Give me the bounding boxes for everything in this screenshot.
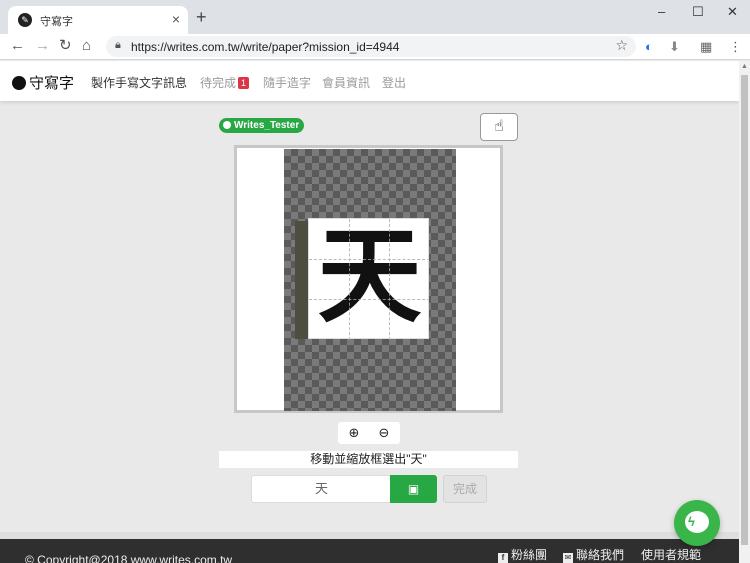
- bookmark-star-icon[interactable]: ☆: [615, 37, 628, 54]
- handwritten-glyph: 天: [317, 218, 422, 337]
- messenger-button[interactable]: ϟ: [674, 500, 720, 546]
- answer-input[interactable]: 天: [251, 475, 391, 503]
- site-header: 守寫字 製作手寫文字訊息 待完成 1 隨手造字 會員資訊 登出: [0, 61, 739, 101]
- close-tab-icon[interactable]: ×: [172, 11, 180, 27]
- instruction-text: 移動並縮放框選出"天": [219, 451, 518, 468]
- minimize-window-button[interactable]: –: [658, 4, 665, 19]
- forward-icon[interactable]: →: [35, 37, 50, 55]
- mail-icon: ✉: [563, 553, 573, 563]
- browser-toolbar: ← → ↻ ⌂ 🔒︎ https://writes.com.tw/write/p…: [0, 34, 750, 60]
- scroll-up-icon[interactable]: ▲: [741, 63, 748, 70]
- nav-pending[interactable]: 待完成 1: [200, 74, 250, 91]
- guide-line-h1: [309, 259, 428, 260]
- zoom-out-icon: ⊖: [378, 425, 390, 440]
- contact-label: 聯絡我們: [576, 548, 625, 562]
- extension-icon[interactable]: ◐: [645, 39, 653, 54]
- maximize-window-button[interactable]: ☐: [692, 4, 704, 20]
- logo-mark-icon: [12, 76, 26, 90]
- zoom-in-button[interactable]: ⊕: [343, 424, 365, 442]
- done-button[interactable]: 完成: [443, 475, 487, 503]
- crop-canvas[interactable]: 天: [234, 145, 503, 413]
- browser-tab-title: 守寫字: [40, 16, 73, 28]
- fanpage-label: 粉絲團: [511, 548, 548, 562]
- nav-member-info[interactable]: 會員資訊: [322, 74, 370, 91]
- user-status-icon: [223, 121, 231, 129]
- messenger-icon: ϟ: [688, 514, 695, 529]
- facebook-icon: f: [498, 553, 508, 563]
- reload-icon[interactable]: ↻: [59, 37, 72, 55]
- page-scrollbar[interactable]: ▲: [739, 61, 750, 563]
- hand-pointer-icon: ☝: [494, 118, 504, 135]
- back-icon[interactable]: ←: [10, 37, 25, 55]
- user-badge: Writes_Tester: [219, 118, 305, 133]
- zoom-out-button[interactable]: ⊖: [373, 424, 395, 442]
- save-button[interactable]: ▣: [390, 475, 437, 503]
- nav-pending-label: 待完成: [200, 76, 237, 90]
- site-favicon-icon: ✎: [18, 13, 32, 27]
- footer-link-terms[interactable]: 使用者規範: [641, 546, 701, 563]
- zoom-controls: ⊕ ⊖: [338, 422, 400, 444]
- pending-count-badge: 1: [238, 77, 250, 89]
- download-icon[interactable]: ⬇: [669, 39, 680, 55]
- nav-freehand[interactable]: 隨手造字: [263, 74, 311, 91]
- zoom-in-icon: ⊕: [348, 425, 360, 440]
- browser-tab-strip: ✎ 守寫字 × + – ☐ ✕: [0, 0, 750, 34]
- browser-tab[interactable]: ✎ 守寫字 ×: [8, 6, 188, 34]
- pointer-tool-button[interactable]: ☝: [480, 113, 518, 141]
- browser-menu-icon[interactable]: ⋮: [729, 39, 742, 55]
- address-bar[interactable]: 🔒︎ https://writes.com.tw/write/paper?mis…: [106, 36, 636, 57]
- logo-text: 守寫字: [29, 74, 75, 92]
- home-icon[interactable]: ⌂: [82, 37, 91, 55]
- site-logo[interactable]: 守寫字: [12, 72, 74, 93]
- copyright-text: © Copyright@2018 www.writes.com.tw: [25, 553, 233, 563]
- nav-create-message[interactable]: 製作手寫文字訊息: [91, 74, 187, 91]
- nav-logout[interactable]: 登出: [382, 74, 406, 91]
- guide-line-v2: [389, 219, 390, 338]
- new-tab-button[interactable]: +: [196, 8, 207, 26]
- crop-selection-box[interactable]: 天: [308, 218, 429, 339]
- lock-icon: 🔒︎: [115, 39, 121, 51]
- address-url[interactable]: https://writes.com.tw/write/paper?missio…: [131, 40, 399, 54]
- footer-link-contact[interactable]: ✉ 聯絡我們: [563, 546, 624, 563]
- close-window-button[interactable]: ✕: [727, 4, 738, 20]
- scrollbar-thumb[interactable]: [741, 75, 748, 545]
- guide-line-h2: [309, 299, 428, 300]
- save-icon: ▣: [407, 482, 420, 496]
- footer-link-fanpage[interactable]: f 粉絲團: [498, 546, 547, 563]
- guide-line-v1: [349, 219, 350, 338]
- user-name: Writes_Tester: [234, 120, 300, 131]
- extension-calendar-icon[interactable]: ▦: [700, 39, 712, 55]
